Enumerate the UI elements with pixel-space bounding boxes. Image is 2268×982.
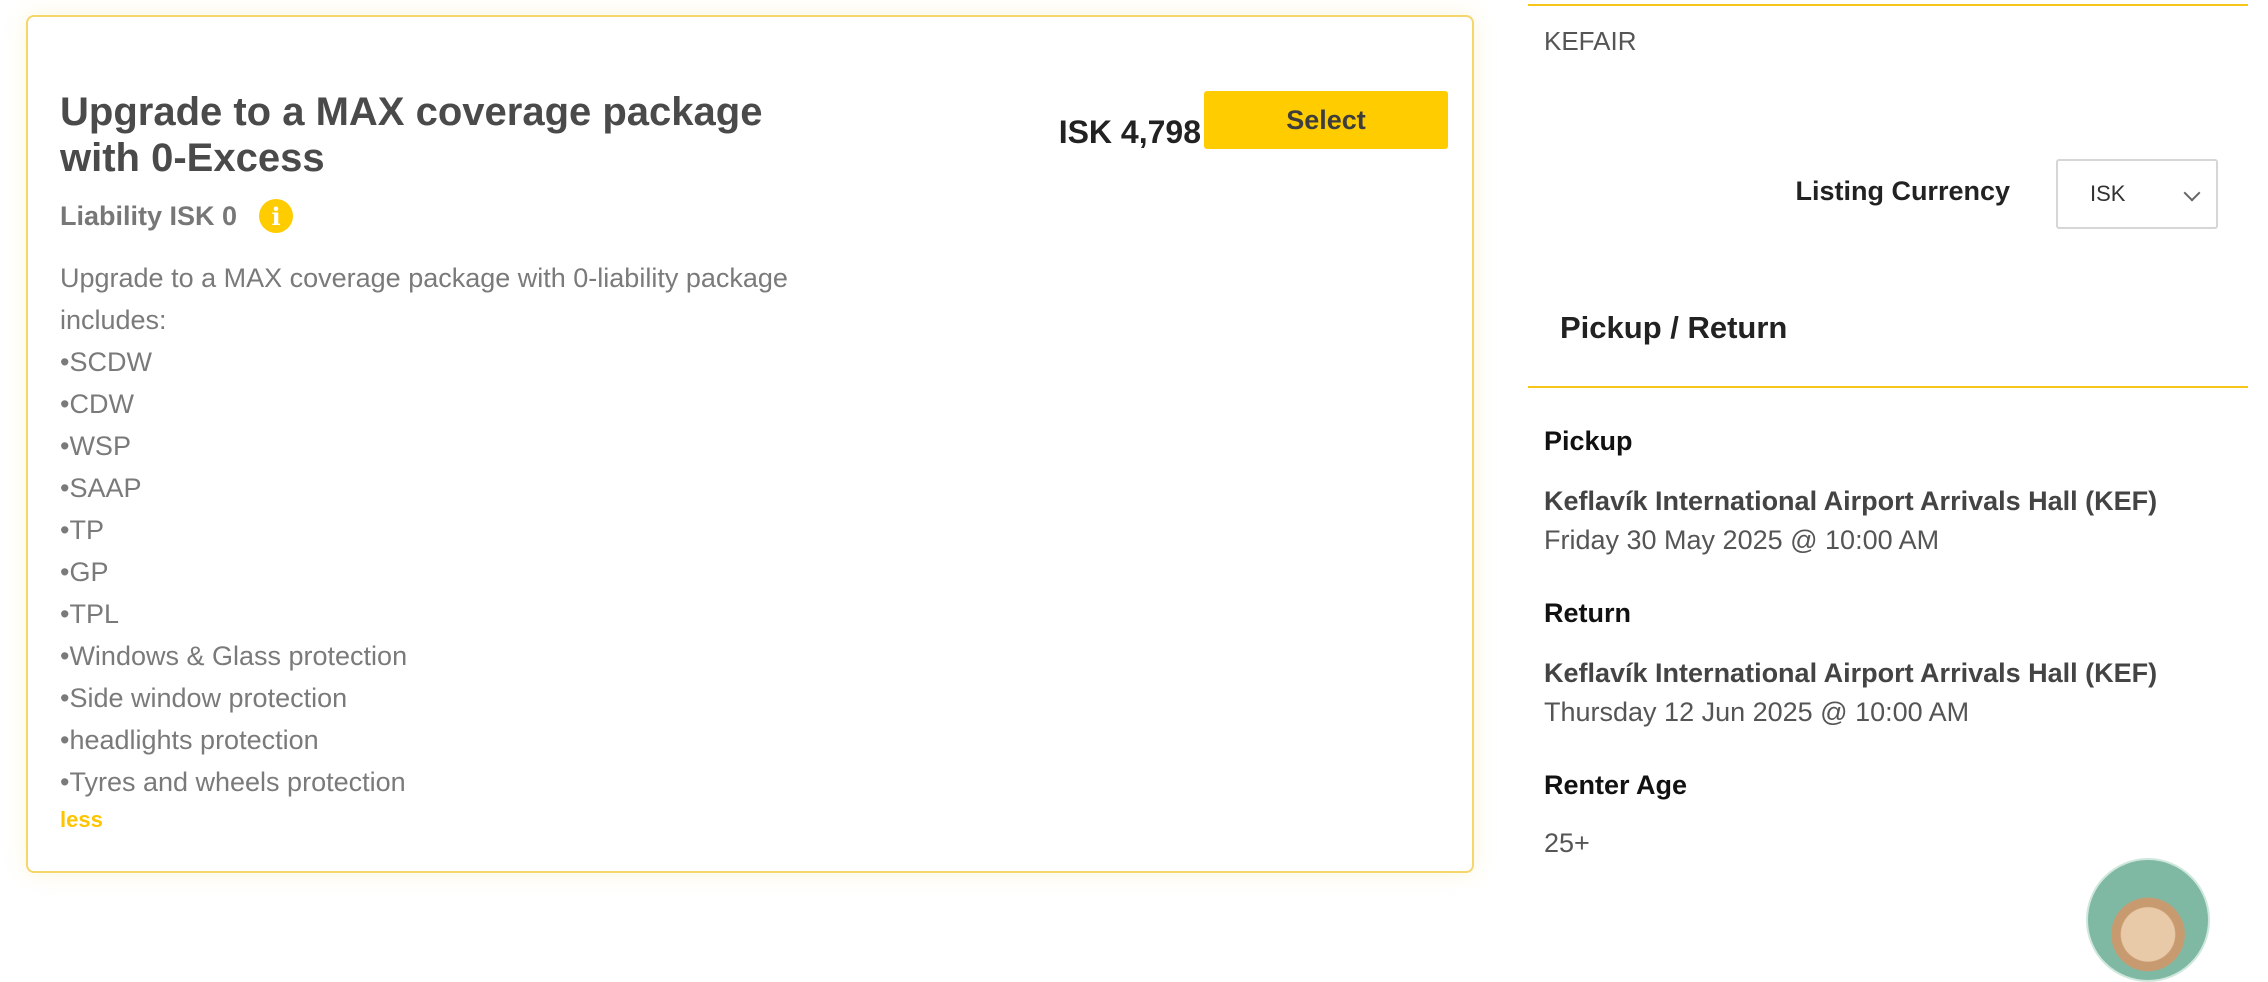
coverage-package-card: Upgrade to a MAX coverage package with 0… bbox=[26, 15, 1474, 873]
liability-row: Liability ISK 0 i bbox=[60, 197, 294, 235]
currency-select[interactable]: ISK bbox=[2056, 159, 2218, 229]
list-item: •Side window protection bbox=[60, 683, 348, 713]
divider bbox=[1528, 386, 2248, 388]
section-title: Pickup / Return bbox=[1560, 310, 1788, 345]
liability-label: Liability ISK 0 bbox=[60, 200, 238, 231]
info-icon[interactable]: i bbox=[259, 199, 294, 233]
package-price: ISK 4,798 bbox=[1058, 114, 1201, 150]
package-description: Upgrade to a MAX coverage package with 0… bbox=[60, 263, 788, 335]
less-link[interactable]: less bbox=[60, 807, 103, 833]
renter-age-label: Renter Age bbox=[1544, 770, 1688, 800]
package-title: Upgrade to a MAX coverage package with 0… bbox=[60, 90, 763, 180]
currency-label: Listing Currency bbox=[1795, 176, 2010, 206]
list-item: •TP bbox=[60, 515, 104, 545]
chevron-down-icon bbox=[2183, 184, 2201, 202]
renter-age-value: 25+ bbox=[1544, 828, 1590, 858]
list-item: •Windows & Glass protection bbox=[60, 641, 408, 671]
return-location: Keflavík International Airport Arrivals … bbox=[1544, 658, 2158, 688]
list-item: •CDW bbox=[60, 389, 134, 419]
avatar[interactable] bbox=[2086, 858, 2210, 982]
return-datetime: Thursday 12 Jun 2025 @ 10:00 AM bbox=[1544, 697, 1970, 727]
agent-code: KEFAIR bbox=[1544, 26, 1637, 56]
pickup-location: Keflavík International Airport Arrivals … bbox=[1544, 486, 2158, 516]
pickup-label: Pickup bbox=[1544, 426, 1633, 456]
list-item: •WSP bbox=[60, 431, 131, 461]
list-item: •GP bbox=[60, 557, 109, 587]
pickup-datetime: Friday 30 May 2025 @ 10:00 AM bbox=[1544, 525, 1940, 555]
feature-list: •SCDW •CDW •WSP •SAAP •TP •GP •TPL •Wind… bbox=[60, 341, 407, 803]
list-item: •TPL bbox=[60, 599, 119, 629]
divider bbox=[1528, 4, 2248, 6]
return-label: Return bbox=[1544, 598, 1631, 628]
list-item: •SAAP bbox=[60, 473, 142, 503]
select-button[interactable]: Select bbox=[1204, 91, 1448, 149]
list-item: •SCDW bbox=[60, 347, 152, 377]
list-item: •Tyres and wheels protection bbox=[60, 767, 406, 797]
currency-value: ISK bbox=[2090, 181, 2126, 206]
list-item: •headlights protection bbox=[60, 725, 319, 755]
booking-sidebar: KEFAIR Listing Currency ISK Pickup / Ret… bbox=[1528, 0, 2248, 982]
